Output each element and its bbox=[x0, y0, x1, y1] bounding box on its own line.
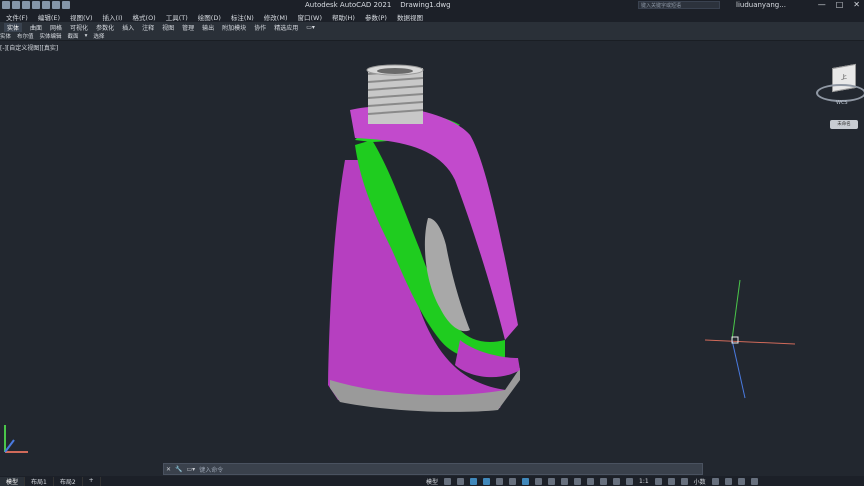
dynamic-ucs-icon[interactable] bbox=[587, 477, 595, 485]
window-title: Autodesk AutoCAD 2021 Drawing1.dwg bbox=[305, 1, 451, 9]
tab-manage[interactable]: 管理 bbox=[182, 23, 194, 32]
layout-tabs: 模型 布局1 布局2 + bbox=[0, 476, 101, 486]
menu-view[interactable]: 视图(V) bbox=[70, 12, 93, 22]
snap-icon[interactable] bbox=[457, 477, 465, 485]
tab-view[interactable]: 视图 bbox=[162, 23, 174, 32]
tab-annotate[interactable]: 注释 bbox=[142, 23, 154, 32]
workspace-gear-icon[interactable] bbox=[654, 477, 662, 485]
quick-properties-icon[interactable] bbox=[711, 477, 719, 485]
save-icon[interactable] bbox=[22, 1, 30, 9]
lineweight-icon[interactable] bbox=[535, 477, 543, 485]
tab-addins[interactable]: 附加模块 bbox=[222, 23, 246, 32]
panel-section[interactable]: 截面 bbox=[68, 32, 79, 40]
save-as-icon[interactable] bbox=[32, 1, 40, 9]
maximize-button[interactable]: □ bbox=[836, 0, 844, 9]
app-menu-icon[interactable] bbox=[2, 1, 10, 9]
undo-icon[interactable] bbox=[52, 1, 60, 9]
viewcube-wcs-label: WCS bbox=[836, 100, 848, 106]
annotation-visibility-icon[interactable] bbox=[626, 477, 634, 485]
tab-insert[interactable]: 插入 bbox=[122, 23, 134, 32]
ribbon-tabs: 实体 曲面 网格 可视化 参数化 插入 注释 视图 管理 输出 附加模块 协作 … bbox=[0, 22, 864, 32]
ribbon-toggle-icon[interactable]: ▭▾ bbox=[306, 24, 315, 31]
print-icon[interactable] bbox=[42, 1, 50, 9]
menu-tools[interactable]: 工具(T) bbox=[166, 12, 188, 22]
ucs-icon bbox=[4, 425, 28, 453]
units-label[interactable]: 小数 bbox=[694, 477, 706, 486]
model-space-toggle[interactable]: 模型 bbox=[426, 477, 438, 486]
clean-screen-icon[interactable] bbox=[737, 477, 745, 485]
selection-cycling-icon[interactable] bbox=[561, 477, 569, 485]
isolate-objects-icon[interactable] bbox=[724, 477, 732, 485]
units-icon[interactable] bbox=[680, 477, 688, 485]
grid-icon[interactable] bbox=[444, 477, 452, 485]
object-snap-icon[interactable] bbox=[522, 477, 530, 485]
command-line[interactable]: ✕ 🔧 ▭▾ 键入命令 bbox=[163, 463, 703, 475]
menu-edit[interactable]: 编辑(E) bbox=[38, 12, 60, 22]
panel-solid[interactable]: 实体 bbox=[0, 32, 11, 40]
tab-model[interactable]: 模型 bbox=[0, 476, 26, 486]
tab-layout2[interactable]: 布局2 bbox=[54, 476, 83, 486]
menu-format[interactable]: 格式(O) bbox=[133, 12, 156, 22]
gizmo-icon[interactable] bbox=[613, 477, 621, 485]
add-icon[interactable] bbox=[667, 477, 675, 485]
drawing-viewport[interactable] bbox=[0, 40, 864, 460]
minimize-button[interactable]: — bbox=[818, 0, 826, 9]
panel-selection[interactable]: 选择 bbox=[93, 32, 104, 40]
model-canvas bbox=[4, 64, 796, 453]
menu-help[interactable]: 帮助(H) bbox=[332, 12, 355, 22]
menu-insert[interactable]: 插入(I) bbox=[103, 12, 123, 22]
tab-surface[interactable]: 曲面 bbox=[30, 23, 42, 32]
command-input[interactable]: 键入命令 bbox=[199, 465, 223, 474]
menu-bar: 文件(F) 编辑(E) 视图(V) 插入(I) 格式(O) 工具(T) 绘图(D… bbox=[0, 11, 864, 22]
tab-visualize[interactable]: 可视化 bbox=[70, 23, 88, 32]
menu-file[interactable]: 文件(F) bbox=[6, 12, 28, 22]
redo-icon[interactable] bbox=[62, 1, 70, 9]
status-tools: 模型 1:1 小数 bbox=[426, 476, 758, 486]
bottle-neck[interactable] bbox=[366, 64, 424, 124]
tab-solid[interactable]: 实体 bbox=[4, 22, 23, 32]
search-input[interactable]: 键入关键字或短语 bbox=[638, 1, 720, 9]
panel-solid-edit[interactable]: 实体编辑 bbox=[40, 32, 62, 40]
app-name: Autodesk AutoCAD 2021 bbox=[305, 1, 392, 9]
tab-layout1[interactable]: 布局1 bbox=[25, 476, 54, 486]
customize-command-icon[interactable]: 🔧 bbox=[175, 466, 182, 473]
customization-menu-icon[interactable] bbox=[750, 477, 758, 485]
file-name: Drawing1.dwg bbox=[400, 1, 451, 9]
tab-output[interactable]: 输出 bbox=[202, 23, 214, 32]
menu-parameters[interactable]: 参数(P) bbox=[365, 12, 387, 22]
close-command-icon[interactable]: ✕ bbox=[166, 466, 171, 473]
add-layout-button[interactable]: + bbox=[83, 476, 101, 486]
crosshair-cursor bbox=[704, 279, 796, 399]
wcs-menu-button[interactable]: 未命名 bbox=[830, 120, 858, 129]
close-button[interactable]: ✕ bbox=[853, 0, 860, 9]
tab-parametric[interactable]: 参数化 bbox=[96, 23, 114, 32]
menu-draw[interactable]: 绘图(D) bbox=[198, 12, 221, 22]
user-account[interactable]: liuduanyang... bbox=[736, 1, 786, 9]
selection-filter-icon[interactable] bbox=[600, 477, 608, 485]
polar-icon[interactable] bbox=[483, 477, 491, 485]
3d-osnap-icon[interactable] bbox=[574, 477, 582, 485]
menu-window[interactable]: 窗口(W) bbox=[297, 12, 322, 22]
panel-section-dropdown-icon[interactable]: ▾ bbox=[85, 33, 88, 39]
viewport-controls-label[interactable]: [-][自定义视图][真实] bbox=[0, 43, 58, 52]
tab-collaborate[interactable]: 协作 bbox=[254, 23, 266, 32]
object-snap-tracking-icon[interactable] bbox=[509, 477, 517, 485]
status-bar: 模型 布局1 布局2 + 模型 1:1 小数 bbox=[0, 476, 864, 486]
command-history-icon[interactable]: ▭▾ bbox=[187, 466, 196, 473]
transparency-icon[interactable] bbox=[548, 477, 556, 485]
window-controls: — □ ✕ bbox=[818, 0, 860, 9]
menu-data-view[interactable]: 数据视图 bbox=[397, 12, 423, 22]
tab-mesh[interactable]: 网格 bbox=[50, 23, 62, 32]
quick-access-toolbar bbox=[2, 1, 70, 9]
isodraft-icon[interactable] bbox=[496, 477, 504, 485]
title-bar: Autodesk AutoCAD 2021 Drawing1.dwg 键入关键字… bbox=[0, 0, 864, 11]
open-icon[interactable] bbox=[12, 1, 20, 9]
menu-dimension[interactable]: 标注(N) bbox=[231, 12, 254, 22]
panel-boolean[interactable]: 布尔值 bbox=[17, 32, 34, 40]
menu-modify[interactable]: 修改(M) bbox=[264, 12, 288, 22]
tab-featured-apps[interactable]: 精选应用 bbox=[274, 23, 298, 32]
annotation-scale[interactable]: 1:1 bbox=[639, 478, 649, 485]
ortho-icon[interactable] bbox=[470, 477, 478, 485]
